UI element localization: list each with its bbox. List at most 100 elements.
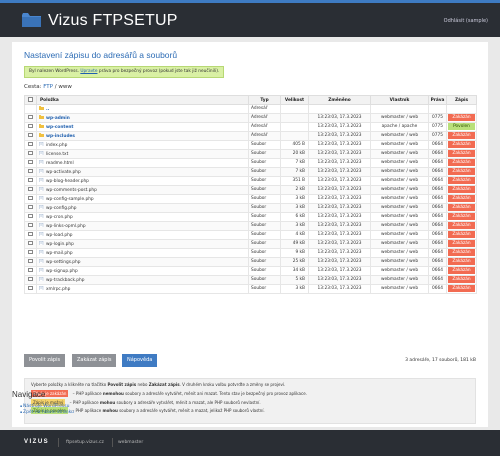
table-row[interactable]: wp-blog-header.php Soubor 351 B 13:23:03, 1… — [24, 175, 477, 186]
col-header-write[interactable]: Zápis — [446, 95, 477, 105]
table-row[interactable]: wp-load.php Soubor 4 kB 13:23:03, 17.3.2023… — [24, 229, 477, 240]
directory-link[interactable]: wp-content — [46, 124, 73, 129]
row-checkbox[interactable] — [28, 240, 33, 246]
row-checkbox[interactable] — [28, 213, 33, 219]
footer-link-ftpsetup[interactable]: ftpsetup.vizus.cz — [66, 440, 104, 445]
table-row[interactable]: wp-signup.php Soubor 34 kB 13:23:03, 17.3.2… — [24, 265, 477, 276]
row-checkbox[interactable] — [28, 150, 33, 156]
table-row[interactable]: readme.html Soubor 7 kB 13:23:03, 17.3.2023… — [24, 157, 477, 168]
legend-intro-text-end: . V druhém kroku volbu potvrďte a změny … — [179, 382, 286, 387]
table-row[interactable]: wp-activate.php Soubor 7 kB 13:23:03, 17.3.… — [24, 166, 477, 177]
row-checkbox[interactable] — [28, 159, 33, 165]
row-checkbox[interactable] — [28, 276, 33, 282]
perms-cell: 0664 — [428, 184, 447, 195]
modified-cell: 13:23:03, 17.3.2023 — [308, 265, 371, 276]
name-cell: wp-mail.php — [36, 247, 249, 258]
table-row[interactable]: wp-links-opml.php Soubor 3 kB 13:23:03, 17.… — [24, 220, 477, 231]
perms-cell: 0664 — [428, 139, 447, 150]
row-checkbox[interactable] — [28, 222, 33, 228]
modified-cell: 13:23:03, 17.3.2023 — [308, 157, 371, 168]
col-header-owner[interactable]: Vlastník — [370, 95, 429, 105]
write-status-badge[interactable]: Zakázán — [448, 285, 475, 292]
perms-cell: 0775 — [428, 112, 447, 123]
table-row[interactable]: wp-config-sample.php Soubor 3 kB 13:23:03, … — [24, 193, 477, 204]
size-cell: 20 kB — [280, 148, 309, 159]
write-status-badge[interactable]: Zakázán — [448, 150, 475, 157]
table-row[interactable]: wp-content Adresář 13:23:03, 17.3.2023 apac… — [24, 121, 477, 132]
write-status-badge[interactable]: Zakázán — [448, 195, 475, 202]
table-row[interactable]: wp-config.php Soubor 3 kB 13:23:03, 17.3.20… — [24, 202, 477, 213]
col-header-type[interactable]: Typ — [248, 95, 281, 105]
table-row[interactable]: wp-settings.php Soubor 25 kB 13:23:03, 17.3… — [24, 256, 477, 267]
select-all-checkbox[interactable] — [28, 97, 33, 102]
write-status-badge[interactable]: Zakázán — [448, 231, 475, 238]
row-checkbox[interactable] — [28, 249, 33, 255]
table-row[interactable]: xmlrpc.php Soubor 3 kB 13:23:03, 17.3.2023 w… — [24, 283, 477, 294]
write-status-badge[interactable]: Zakázán — [448, 267, 475, 274]
col-header-name[interactable]: Položka — [36, 95, 249, 105]
footer-link-webmaster[interactable]: webmaster — [118, 440, 143, 445]
table-row[interactable]: license.txt Soubor 20 kB 13:23:03, 17.3.202… — [24, 148, 477, 159]
write-status-badge[interactable]: Zakázán — [448, 159, 475, 166]
write-status-badge[interactable]: Zakázán — [448, 177, 475, 184]
table-row[interactable]: wp-mail.php Soubor 9 kB 13:23:03, 17.3.2023… — [24, 247, 477, 258]
row-checkbox[interactable] — [28, 195, 33, 201]
write-status-badge[interactable]: Zakázán — [448, 240, 475, 247]
row-select-cell — [24, 112, 37, 123]
row-checkbox[interactable] — [28, 114, 33, 120]
row-checkbox[interactable] — [28, 123, 33, 129]
directory-link[interactable]: wp-includes — [46, 133, 75, 138]
write-status-badge[interactable]: Zakázán — [448, 258, 475, 265]
legend-intro-bold-deny: Zakázat zápis — [148, 382, 180, 387]
col-header-modified[interactable]: Změněno — [308, 95, 371, 105]
nav-link-home[interactable]: Zpět na hlavní stránku — [23, 410, 74, 415]
table-row[interactable]: wp-admin Adresář 13:23:03, 17.3.2023 webmas… — [24, 112, 477, 123]
row-select-cell — [24, 130, 37, 141]
row-checkbox[interactable] — [28, 168, 33, 174]
row-checkbox[interactable] — [28, 258, 33, 264]
table-row[interactable]: wp-trackback.php Soubor 5 kB 13:23:03, 17.3… — [24, 274, 477, 285]
write-status-badge[interactable]: Zakázán — [448, 132, 475, 139]
write-status-badge[interactable]: Zakázán — [448, 276, 475, 283]
row-checkbox[interactable] — [28, 177, 33, 183]
notice-edit-link[interactable]: Upravte — [80, 69, 97, 74]
size-cell — [280, 130, 309, 141]
write-status-badge[interactable]: Zakázán — [448, 204, 475, 211]
write-status-badge[interactable]: Zakázán — [448, 168, 475, 175]
table-row[interactable]: wp-cron.php Soubor 6 kB 13:23:03, 17.3.2023… — [24, 211, 477, 222]
directory-link[interactable]: .. — [46, 107, 49, 112]
row-checkbox[interactable] — [28, 204, 33, 210]
name-cell: wp-cron.php — [36, 211, 249, 222]
directory-link[interactable]: wp-admin — [46, 115, 70, 120]
row-checkbox[interactable] — [28, 231, 33, 237]
notice-text: Byl nalezen WordPress. — [29, 69, 81, 74]
breadcrumb-root-link[interactable]: FTP — [43, 84, 53, 90]
table-row[interactable]: wp-comments-post.php Soubor 2 kB 13:23:03, … — [24, 184, 477, 195]
table-row[interactable]: wp-includes Adresář 13:23:03, 17.3.2023 web… — [24, 130, 477, 141]
write-status-badge[interactable]: Zakázán — [448, 249, 475, 256]
write-status-badge[interactable]: Zakázán — [448, 186, 475, 193]
table-row[interactable]: wp-login.php Soubor 49 kB 13:23:03, 17.3.20… — [24, 238, 477, 249]
col-header-size[interactable]: Velikost — [280, 95, 309, 105]
owner-cell: webmaster / web — [370, 157, 429, 168]
row-checkbox[interactable] — [28, 285, 33, 291]
allow-write-button[interactable]: Povolit zápis — [24, 354, 66, 367]
row-checkbox[interactable] — [28, 141, 33, 147]
path-label: Cesta: — [24, 84, 44, 90]
table-row[interactable]: index.php Soubor 405 B 13:23:03, 17.3.2023 w… — [24, 139, 477, 150]
write-status-badge[interactable]: Zakázán — [448, 114, 475, 121]
help-button[interactable]: Nápověda — [122, 354, 158, 367]
perms-cell: 0664 — [428, 238, 447, 249]
write-status-badge[interactable]: Zakázán — [448, 141, 475, 148]
deny-write-button[interactable]: Zakázat zápis — [72, 354, 117, 367]
logout-link[interactable]: Odhlásit (sample) — [444, 18, 488, 24]
row-select-cell — [24, 265, 37, 276]
table-row[interactable]: .. Adresář — [24, 104, 477, 114]
row-checkbox[interactable] — [28, 132, 33, 138]
write-status-badge[interactable]: Povolen — [448, 123, 475, 130]
col-header-perms[interactable]: Práva — [428, 95, 447, 105]
row-checkbox[interactable] — [28, 186, 33, 192]
row-checkbox[interactable] — [28, 267, 33, 273]
write-status-badge[interactable]: Zakázán — [448, 222, 475, 229]
write-status-badge[interactable]: Zakázán — [448, 213, 475, 220]
